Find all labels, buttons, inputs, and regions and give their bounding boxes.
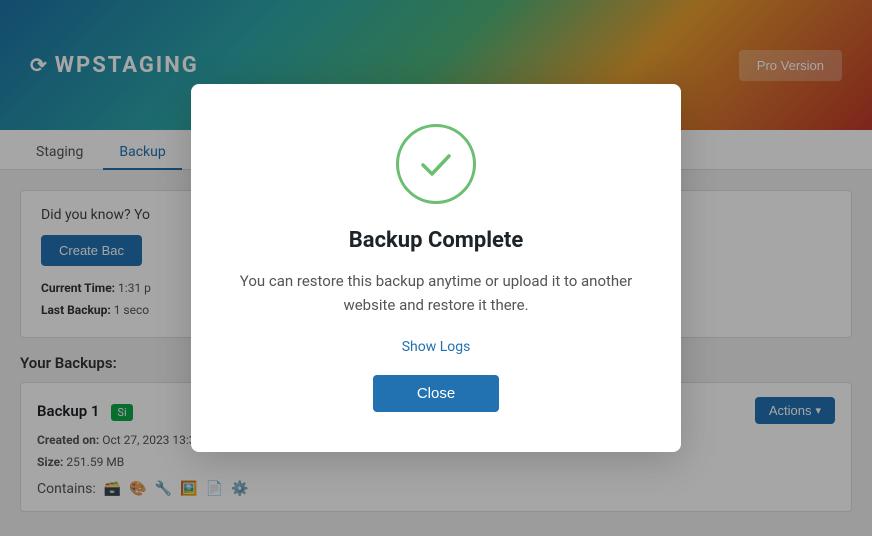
success-icon-circle xyxy=(396,124,476,204)
modal-dialog: Backup Complete You can restore this bac… xyxy=(191,84,681,452)
show-logs-link[interactable]: Show Logs xyxy=(235,339,637,355)
close-button[interactable]: Close xyxy=(373,375,499,412)
modal-overlay: Backup Complete You can restore this bac… xyxy=(0,0,872,536)
modal-description: You can restore this backup anytime or u… xyxy=(235,269,637,317)
checkmark-icon xyxy=(415,143,457,185)
modal-title: Backup Complete xyxy=(235,228,637,253)
